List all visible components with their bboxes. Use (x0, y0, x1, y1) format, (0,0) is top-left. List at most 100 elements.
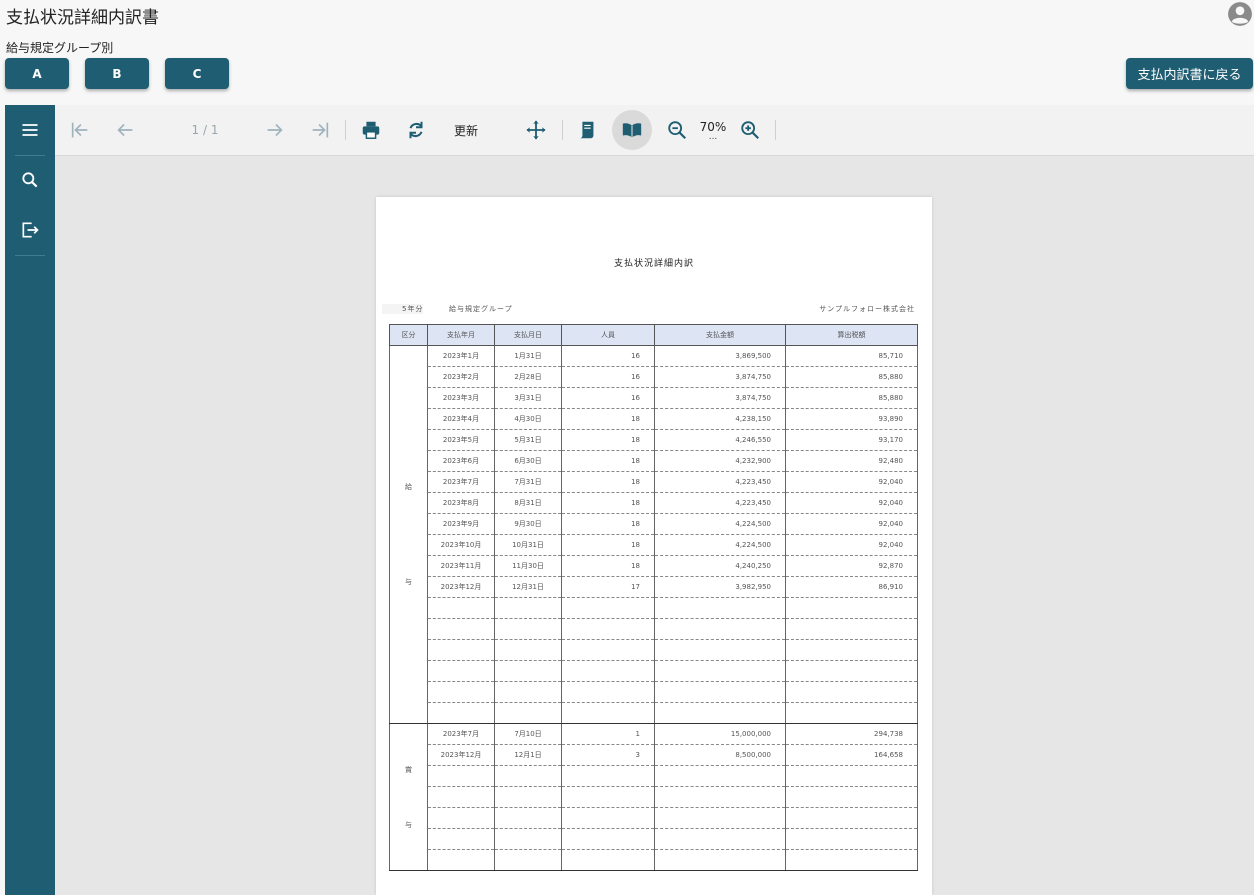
first-page-button[interactable] (65, 113, 95, 147)
table-cell: 3,874,750 (654, 366, 786, 388)
zoom-in-button[interactable] (735, 113, 765, 147)
continuous-view-button[interactable] (572, 113, 602, 147)
pan-icon (526, 120, 546, 140)
table-cell (785, 660, 918, 682)
table-row (390, 597, 918, 619)
table-cell: 18 (561, 555, 655, 577)
table-cell: 5月31日 (494, 429, 562, 451)
header-cell: 区分 (389, 324, 428, 346)
refresh-icon (409, 121, 423, 139)
group-c-button[interactable]: C (165, 58, 229, 89)
next-page-button[interactable] (260, 113, 290, 147)
table-cell (427, 702, 495, 724)
table-cell (654, 765, 786, 787)
print-button[interactable] (356, 113, 386, 147)
table-cell: 6月30日 (494, 450, 562, 472)
table-cell: 15,000,000 (654, 723, 786, 745)
table-cell: 17 (561, 576, 655, 598)
page-indicator[interactable]: 1 / 1 (175, 113, 235, 147)
table-cell: 18 (561, 534, 655, 556)
report-year: 5年分 (382, 304, 424, 314)
report-title: 支払状況詳細内訳 (613, 259, 694, 269)
export-button[interactable] (5, 210, 55, 250)
table-cell: 9月30日 (494, 513, 562, 535)
book-view-button[interactable] (612, 110, 652, 150)
table-cell: 2023年4月 (427, 408, 495, 430)
table-cell (427, 786, 495, 808)
table-cell (427, 618, 495, 640)
prev-page-button[interactable] (110, 113, 140, 147)
table-cell: 86,910 (785, 576, 918, 598)
table-cell (427, 849, 495, 871)
zoom-level[interactable]: 70% ... (695, 113, 731, 147)
section-label-cell: 賞与 (389, 723, 428, 871)
table-row: 給与 2023年1月 1月31日 16 3,869,500 85,710 (389, 345, 918, 724)
first-page-icon (71, 122, 88, 138)
refresh-button[interactable]: 更新 (446, 113, 486, 147)
table-cell: 16 (561, 387, 655, 409)
section-label-bottom: 与 (405, 578, 412, 586)
table-cell (785, 681, 918, 703)
table-cell: 4,223,450 (654, 492, 786, 514)
table-cell: 4,238,150 (654, 408, 786, 430)
back-to-statement-button[interactable]: 支払内訳書に戻る (1126, 58, 1253, 89)
table-cell (427, 660, 495, 682)
table-cell (785, 807, 918, 829)
table-cell: 92,040 (785, 492, 918, 514)
report-group: 給与規定グループ (449, 305, 513, 313)
refresh-icon-button[interactable] (401, 113, 431, 147)
table-cell (561, 597, 655, 619)
table-cell (785, 849, 918, 871)
viewer-sidebar (5, 105, 55, 895)
table-cell: 294,738 (785, 723, 918, 745)
table-row (390, 618, 918, 640)
last-page-button[interactable] (305, 113, 335, 147)
section-label-top: 給 (405, 483, 412, 491)
table-row: 2023年9月 9月30日 18 4,224,500 92,040 (390, 513, 918, 535)
table-cell: 1月31日 (494, 345, 562, 367)
table-cell (427, 765, 495, 787)
table-cell (561, 681, 655, 703)
report-page: 支払状況詳細内訳 5年分 給与規定グループ サンプルフォロー株式会社 区分 支払… (376, 197, 932, 895)
table-row: 賞与 2023年7月 7月10日 1 15,000,000 294,738 (389, 723, 918, 871)
zoom-out-button[interactable] (662, 113, 692, 147)
menu-button[interactable] (5, 110, 55, 150)
table-cell: 4,240,250 (654, 555, 786, 577)
table-cell: 2023年12月 (427, 576, 495, 598)
table-cell: 12月31日 (494, 576, 562, 598)
table-cell: 2023年3月 (427, 387, 495, 409)
table-cell (494, 786, 562, 808)
table-cell (561, 639, 655, 661)
table-cell (785, 786, 918, 808)
table-cell: 16 (561, 345, 655, 367)
table-row: 2023年12月 12月1日 3 8,500,000 164,658 (390, 744, 918, 766)
table-row: 2023年6月 6月30日 18 4,232,900 92,480 (390, 450, 918, 472)
header-cell: 支払金額 (654, 324, 786, 346)
table-cell (654, 828, 786, 850)
table-cell: 18 (561, 513, 655, 535)
search-button[interactable] (5, 160, 55, 200)
table-cell (561, 660, 655, 682)
table-cell (654, 639, 786, 661)
account-circle-icon[interactable] (1227, 1, 1253, 27)
table-cell: 4,246,550 (654, 429, 786, 451)
table-cell: 2023年8月 (427, 492, 495, 514)
viewer-toolbar: 1 / 1 更新 70% ... (55, 105, 1254, 156)
table-cell (494, 807, 562, 829)
table-cell (654, 849, 786, 871)
table-cell: 4,223,450 (654, 471, 786, 493)
table-cell (561, 618, 655, 640)
table-cell: 11月30日 (494, 555, 562, 577)
zoom-out-icon (668, 121, 687, 140)
group-a-button[interactable]: A (5, 58, 69, 89)
table-cell: 92,040 (785, 534, 918, 556)
table-cell: 2月28日 (494, 366, 562, 388)
table-cell: 2023年11月 (427, 555, 495, 577)
table-cell: 92,040 (785, 471, 918, 493)
table-cell: 2023年10月 (427, 534, 495, 556)
group-b-button[interactable]: B (85, 58, 149, 89)
table-cell: 4,232,900 (654, 450, 786, 472)
pan-button[interactable] (521, 113, 551, 147)
table-row: 2023年3月 3月31日 16 3,874,750 85,880 (390, 387, 918, 409)
table-cell (785, 618, 918, 640)
